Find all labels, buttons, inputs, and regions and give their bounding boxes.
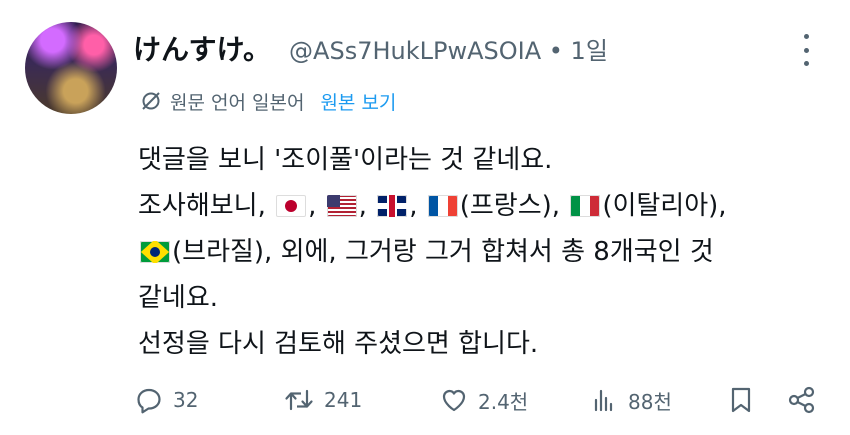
body-text: ,: [308, 191, 325, 221]
avatar[interactable]: [25, 22, 117, 114]
display-name[interactable]: けんすけ。: [133, 28, 271, 68]
views-count: 88천: [628, 389, 672, 414]
translate-slash-icon: [142, 92, 160, 110]
reply-button[interactable]: 32: [135, 380, 198, 420]
like-button[interactable]: 2.4천: [440, 380, 528, 420]
more-options-icon[interactable]: [796, 34, 816, 66]
translation-bar: 원문 언어 일본어 원본 보기: [140, 86, 396, 116]
france-flag-icon: [427, 195, 458, 217]
handle-and-time[interactable]: @ASs7HukLPwASOIA • 1일: [289, 31, 608, 66]
body-text: (브라질), 외에, 그거랑 그거 합쳐서 총 8개국인 것: [172, 237, 714, 267]
repost-icon: [285, 389, 313, 411]
tweet-body: 댓글을 보니 '조이풀'이라는 것 같네요. 조사해보니, , , , (프랑스…: [138, 137, 828, 367]
body-line: 조사해보니, , , , (프랑스), (이탈리아),: [138, 183, 828, 229]
uk-flag-icon: [377, 195, 408, 217]
body-line: 선정을 다시 검토해 주셨으면 합니다.: [138, 329, 539, 359]
heart-icon: [442, 389, 466, 412]
bookmark-icon: [731, 387, 751, 413]
like-count: 2.4천: [478, 389, 529, 414]
bookmark-button[interactable]: [727, 380, 755, 420]
body-line: 같네요.: [138, 283, 219, 313]
body-text: (이탈리아),: [602, 191, 727, 221]
share-icon: [788, 386, 815, 414]
share-button[interactable]: [787, 380, 817, 420]
tweet-header: けんすけ。 @ASs7HukLPwASOIA • 1일: [133, 28, 608, 68]
body-text: (프랑스),: [459, 191, 569, 221]
views-button[interactable]: 88천: [590, 380, 672, 420]
body-line: (브라질), 외에, 그거랑 그거 합쳐서 총 8개국인 것: [138, 229, 828, 275]
reply-icon: [137, 388, 161, 414]
repost-button[interactable]: 241: [284, 380, 362, 420]
body-text: ,: [409, 191, 426, 221]
views-icon: [594, 389, 613, 412]
japan-flag-icon: [276, 195, 307, 217]
body-line: 댓글을 보니 '조이풀'이라는 것 같네요.: [138, 145, 553, 175]
action-bar: 32 241 2.4천 88천: [0, 380, 850, 420]
repost-count: 241: [324, 388, 363, 412]
usa-flag-icon: [326, 195, 357, 217]
brazil-flag-icon: [140, 241, 170, 263]
show-original-link[interactable]: 원본 보기: [320, 88, 396, 115]
body-text: ,: [358, 191, 376, 221]
body-text: 조사해보니,: [138, 191, 275, 221]
translation-note: 원문 언어 일본어: [170, 91, 305, 114]
italy-flag-icon: [570, 195, 601, 217]
reply-count: 32: [173, 388, 199, 412]
